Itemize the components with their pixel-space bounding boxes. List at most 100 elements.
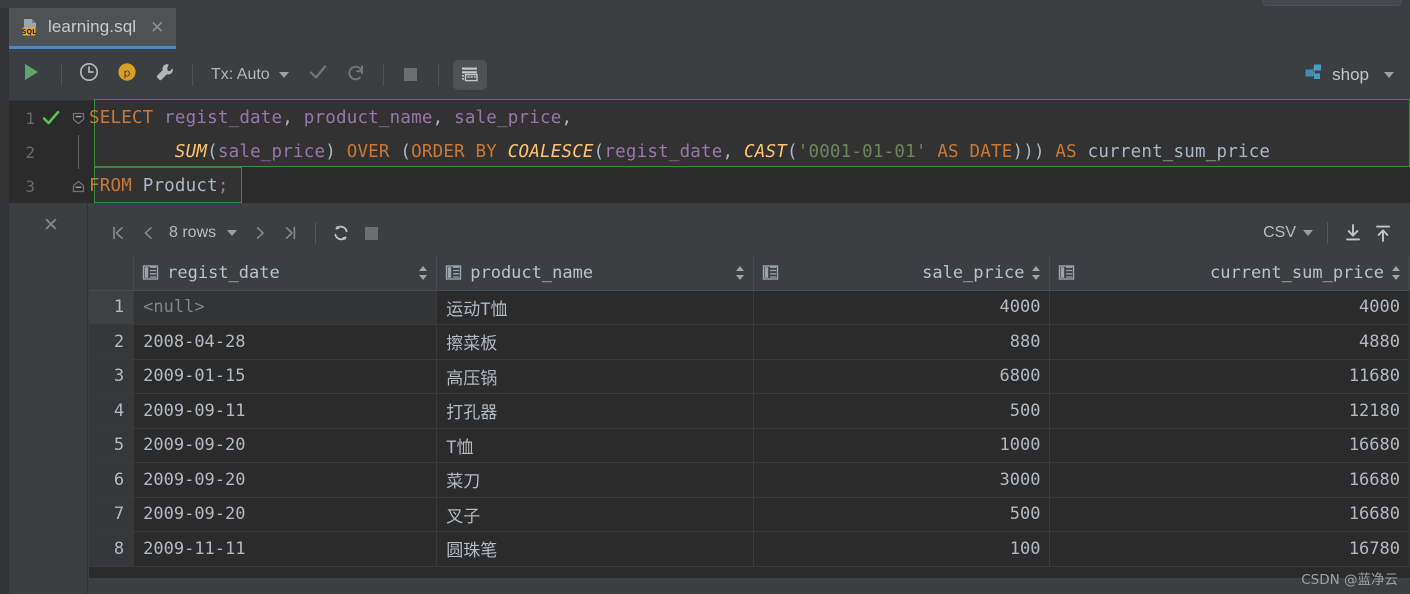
row-number[interactable]: 4	[89, 393, 135, 429]
last-page-icon[interactable]	[275, 218, 305, 248]
cell-product_name[interactable]: 圆珠笔	[436, 531, 755, 567]
editor-line-3[interactable]: 3 FROM Product;	[9, 169, 1410, 203]
rollback-icon	[345, 61, 367, 88]
cell-regist_date[interactable]: 2009-01-15	[133, 359, 438, 394]
upload-arrow-icon[interactable]	[1368, 218, 1398, 248]
table-row[interactable]: 1 <null> 运动T恤 4000 4000	[89, 290, 1410, 325]
stop-button[interactable]	[356, 218, 386, 248]
cell-regist_date[interactable]: 2008-04-28	[133, 324, 438, 360]
chevron-down-icon	[278, 71, 289, 78]
code-token: )	[325, 142, 347, 162]
cell-sale_price[interactable]: 500	[753, 497, 1051, 532]
column-header-current_sum_price[interactable]: current_sum_price	[1049, 256, 1410, 291]
fold-minus-icon[interactable]	[67, 179, 89, 194]
row-number[interactable]: 6	[89, 462, 135, 498]
cell-current_sum_price[interactable]: 16680	[1049, 428, 1410, 463]
rollback-button[interactable]	[337, 49, 375, 101]
sort-toggle-icon[interactable]	[419, 265, 428, 281]
row-number[interactable]: 2	[89, 324, 135, 360]
table-row[interactable]: 5 2009-09-20 T恤 1000 16680	[89, 428, 1410, 463]
cell-sale_price[interactable]: 1000	[753, 428, 1051, 463]
table-row[interactable]: 8 2009-11-11 圆珠笔 100 16780	[89, 531, 1410, 567]
column-header-regist_date[interactable]: regist_date	[133, 256, 438, 291]
row-number[interactable]: 8	[89, 531, 135, 567]
sort-toggle-icon[interactable]	[1032, 265, 1041, 281]
cell-sale_price[interactable]: 3000	[753, 462, 1051, 498]
history-button[interactable]	[70, 49, 108, 101]
row-number[interactable]: 7	[89, 497, 135, 532]
commit-button[interactable]	[299, 49, 337, 101]
code-token: ;	[217, 176, 229, 196]
table-row[interactable]: 2 2008-04-28 擦菜板 880 4880	[89, 324, 1410, 360]
first-page-icon[interactable]	[103, 218, 133, 248]
table-corner-header	[89, 256, 135, 291]
cell-regist_date[interactable]: 2009-09-20	[133, 462, 438, 498]
cell-regist_date[interactable]: 2009-09-20	[133, 497, 438, 532]
cell-product_name[interactable]: 高压锅	[436, 359, 755, 394]
cell-sale_price[interactable]: 100	[753, 531, 1051, 567]
results-data-grid[interactable]: regist_date product_name sale_price current…	[89, 256, 1410, 594]
cell-current_sum_price[interactable]: 11680	[1049, 359, 1410, 394]
cell-product_name[interactable]: T恤	[436, 428, 755, 463]
row-number[interactable]: 5	[89, 428, 135, 463]
fold-minus-icon[interactable]	[67, 111, 89, 126]
cell-regist_date[interactable]: 2009-09-11	[133, 393, 438, 429]
run-button[interactable]	[9, 49, 53, 101]
settings-button[interactable]	[146, 49, 184, 101]
cell-current_sum_price[interactable]: 4880	[1049, 324, 1410, 360]
chevron-down-icon[interactable]	[1303, 230, 1313, 236]
cell-product_name[interactable]: 菜刀	[436, 462, 755, 498]
cell-current_sum_price[interactable]: 16680	[1049, 497, 1410, 532]
cell-product_name[interactable]: 打孔器	[436, 393, 755, 429]
grid-toolbar-divider	[315, 222, 317, 244]
wrench-settings-icon	[154, 61, 176, 88]
database-selector[interactable]: shop	[1303, 62, 1410, 88]
download-arrow-icon[interactable]	[1338, 218, 1368, 248]
chevron-down-icon[interactable]	[227, 230, 238, 236]
cell-product_name[interactable]: 擦菜板	[436, 324, 755, 360]
editor-line-1[interactable]: 1 SELECT regist_date, product_name, sale…	[9, 101, 1410, 135]
cell-regist_date[interactable]: 2009-11-11	[133, 531, 438, 567]
cell-sale_price[interactable]: 500	[753, 393, 1051, 429]
cell-current_sum_price[interactable]: 12180	[1049, 393, 1410, 429]
profile-button[interactable]: p	[108, 49, 146, 101]
cell-sale_price[interactable]: 6800	[753, 359, 1051, 394]
column-header-sale_price[interactable]: sale_price	[753, 256, 1051, 291]
table-row[interactable]: 3 2009-01-15 高压锅 6800 11680	[89, 359, 1410, 394]
table-row[interactable]: 4 2009-09-11 打孔器 500 12180	[89, 393, 1410, 429]
close-icon[interactable]: ✕	[40, 214, 62, 236]
tx-mode-selector[interactable]: Tx: Auto	[201, 49, 299, 101]
sort-toggle-icon[interactable]	[736, 265, 745, 281]
prev-page-icon[interactable]	[133, 218, 163, 248]
tab-learning-sql[interactable]: SQL learning.sql ✕	[9, 8, 177, 49]
cell-regist_date[interactable]: <null>	[133, 290, 438, 325]
code-token: OVER	[346, 142, 390, 162]
cell-current_sum_price[interactable]: 16780	[1049, 531, 1410, 567]
editor-line-2[interactable]: 2 SUM(sale_price) OVER (ORDER BY COALESC…	[9, 135, 1410, 169]
open-console-button[interactable]	[447, 49, 493, 101]
tab-title: learning.sql	[48, 17, 137, 36]
row-number[interactable]: 3	[89, 359, 135, 394]
row-number[interactable]: 1	[89, 290, 135, 325]
stop-button[interactable]	[392, 49, 430, 101]
sort-toggle-icon[interactable]	[1392, 265, 1401, 281]
cell-current_sum_price[interactable]: 16680	[1049, 462, 1410, 498]
cell-sale_price[interactable]: 4000	[753, 290, 1051, 325]
open-console-icon	[452, 59, 487, 90]
cell-sale_price[interactable]: 880	[753, 324, 1051, 360]
cell-regist_date[interactable]: 2009-09-20	[133, 428, 438, 463]
next-page-icon[interactable]	[245, 218, 275, 248]
column-header-product_name[interactable]: product_name	[436, 256, 755, 291]
close-icon[interactable]: ✕	[150, 19, 164, 36]
run-play-icon	[20, 61, 42, 88]
refresh-icon[interactable]	[326, 218, 356, 248]
code-token: FROM	[89, 176, 132, 196]
table-row[interactable]: 7 2009-09-20 叉子 500 16680	[89, 497, 1410, 532]
table-row[interactable]: 6 2009-09-20 菜刀 3000 16680	[89, 462, 1410, 498]
cell-current_sum_price[interactable]: 4000	[1049, 290, 1410, 325]
cell-product_name[interactable]: 叉子	[436, 497, 755, 532]
sql-editor[interactable]: 1 SELECT regist_date, product_name, sale…	[0, 99, 1410, 203]
cell-product_name[interactable]: 运动T恤	[436, 290, 755, 325]
